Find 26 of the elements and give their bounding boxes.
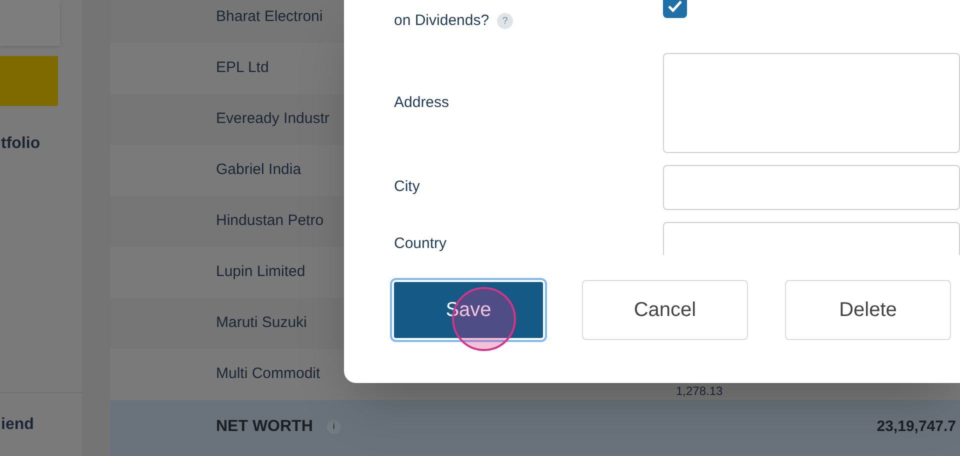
dialog-button[interactable]: Delete: [785, 280, 951, 340]
info-icon[interactable]: i: [326, 420, 341, 434]
nav-item[interactable]: tfolio: [1, 132, 40, 156]
company-name[interactable]: Lupin Limited: [216, 261, 306, 284]
field-label: Country: [394, 234, 447, 254]
company-name[interactable]: Multi Commodit: [216, 363, 320, 386]
input-field[interactable]: [663, 165, 960, 210]
highlight-bar: [0, 56, 58, 106]
company-name[interactable]: Bharat Electroni: [216, 6, 323, 29]
net-worth-label: NET WORTH: [216, 417, 313, 437]
field-label: on Dividends?: [394, 11, 490, 31]
company-name[interactable]: Eveready Industr: [216, 108, 330, 131]
company-name[interactable]: Maruti Suzuki: [216, 312, 307, 335]
net-worth-value: 23,19,747.7: [876, 416, 956, 437]
field-label: City: [394, 177, 420, 198]
input-field[interactable]: [663, 222, 960, 255]
help-icon[interactable]: ?: [497, 13, 514, 30]
value-cell-text: 1,278.13: [676, 383, 723, 400]
company-name[interactable]: EPL Ltd: [216, 57, 269, 80]
footer-link[interactable]: iend: [1, 412, 34, 436]
checkbox[interactable]: [663, 0, 687, 18]
company-name[interactable]: Hindustan Petro: [216, 210, 324, 233]
address-field[interactable]: [663, 53, 960, 153]
company-name[interactable]: Gabriel India: [216, 159, 302, 182]
field-label: Address: [394, 92, 450, 113]
dialog-button[interactable]: Cancel: [582, 280, 748, 340]
